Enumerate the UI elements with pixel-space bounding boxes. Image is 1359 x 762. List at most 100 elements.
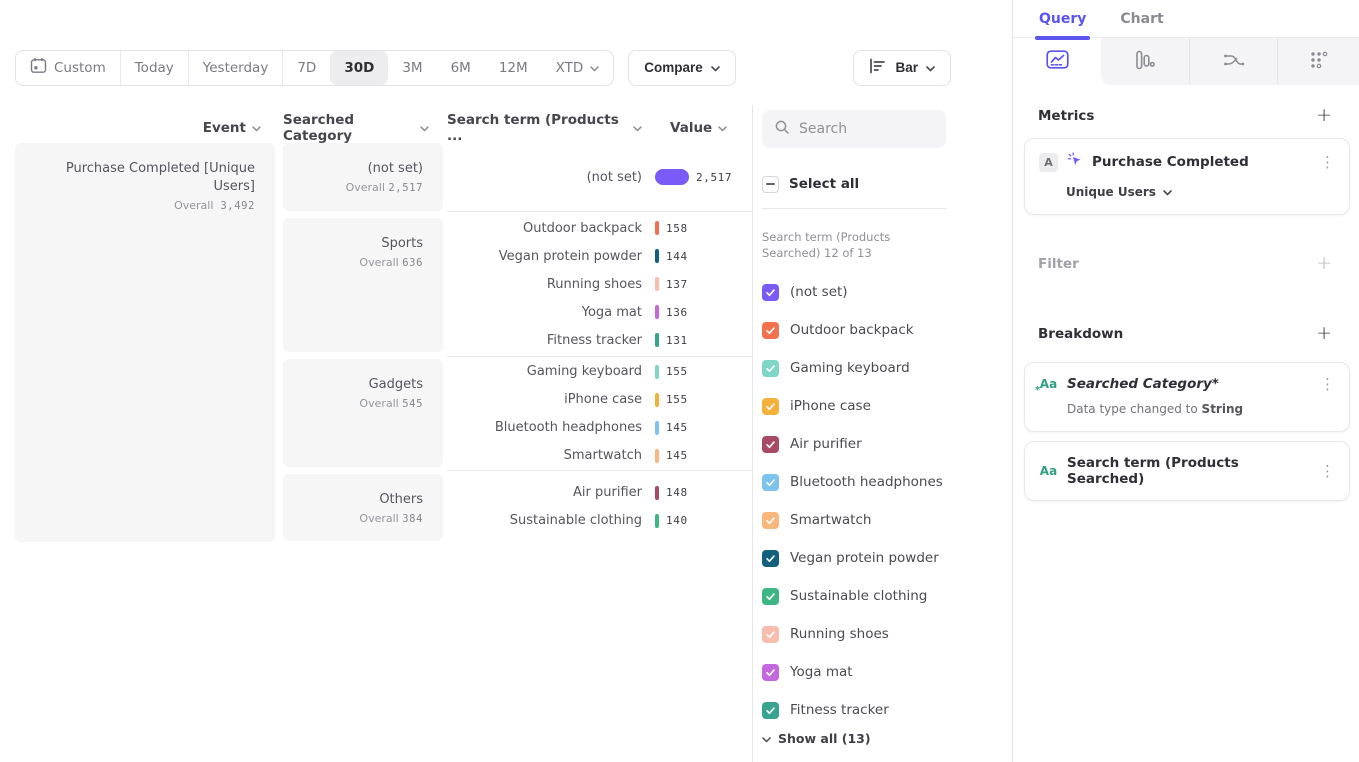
select-all-checkbox-indeterminate[interactable] <box>762 176 779 193</box>
date-range-today[interactable]: Today <box>121 51 189 85</box>
checkbox-checked[interactable] <box>762 436 779 453</box>
kebab-menu-icon[interactable]: ⋮ <box>1320 377 1335 392</box>
date-range-12m[interactable]: 12M <box>485 51 542 85</box>
checkbox-checked[interactable] <box>762 398 779 415</box>
column-header-value[interactable]: Value <box>670 120 727 136</box>
breakdown-card[interactable]: Aa Search term (Products Searched) ⋮ <box>1024 441 1350 501</box>
breakdown-property-name: Searched Category* <box>1067 376 1311 392</box>
date-range-label: Custom <box>54 60 106 76</box>
tab-flows[interactable] <box>1189 38 1277 85</box>
tab-query[interactable]: Query <box>1039 0 1086 38</box>
sidebar-content: Metrics + A <box>1013 85 1359 501</box>
table-row[interactable]: Running shoes 137 <box>447 270 752 298</box>
category-cell[interactable]: Others Overall 384 <box>283 474 443 541</box>
checkbox-checked[interactable] <box>762 284 779 301</box>
tab-funnels[interactable] <box>1101 38 1189 85</box>
segment-filter-panel: Select all Search term (Products Searche… <box>753 105 1012 762</box>
checkbox-checked[interactable] <box>762 664 779 681</box>
chevron-down-icon <box>711 60 720 75</box>
query-sidebar: Query Chart <box>1013 0 1359 762</box>
list-item[interactable]: Smartwatch <box>762 501 1012 539</box>
list-item[interactable]: Vegan protein powder <box>762 539 1012 577</box>
list-item[interactable]: Gaming keyboard <box>762 349 1012 387</box>
table-row[interactable]: Yoga mat 136 <box>447 298 752 326</box>
table-row[interactable]: Air purifier 148 <box>447 479 752 507</box>
table-row[interactable]: Vegan protein powder 144 <box>447 242 752 270</box>
column-header-search-term[interactable]: Search term (Products ... <box>447 112 646 144</box>
checkbox-checked[interactable] <box>762 360 779 377</box>
list-item[interactable]: Bluetooth headphones <box>762 463 1012 501</box>
table-row[interactable]: Sustainable clothing 140 <box>447 507 752 535</box>
metric-card[interactable]: A Purchase Completed ⋮ <box>1024 138 1350 215</box>
date-range-30d-selected[interactable]: 30D <box>330 51 388 85</box>
measure-selector[interactable]: Unique Users <box>1066 185 1335 199</box>
category-cell[interactable]: (not set) Overall 2,517 <box>283 143 443 211</box>
search-box[interactable] <box>762 110 946 148</box>
checkbox-checked[interactable] <box>762 322 779 339</box>
date-range-xtd[interactable]: XTD <box>542 51 614 85</box>
flows-icon <box>1223 51 1245 73</box>
calendar-icon <box>30 57 47 78</box>
date-range-custom[interactable]: Custom <box>16 51 121 85</box>
value-rows-column: (not set) 2,517 Outdoor backpack 158 <box>447 143 752 542</box>
table-row[interactable]: (not set) 2,517 <box>447 163 752 191</box>
checkbox-checked[interactable] <box>762 626 779 643</box>
list-item[interactable]: Outdoor backpack <box>762 311 1012 349</box>
table-row[interactable]: Fitness tracker 131 <box>447 326 752 354</box>
breakdown-card[interactable]: Aa* Searched Category* ⋮ Data type chang… <box>1024 362 1350 432</box>
row-group: Gaming keyboard 155 iPhone case 155 Blue… <box>447 357 752 471</box>
tab-insights-active[interactable] <box>1013 38 1101 85</box>
chevron-down-icon <box>252 120 261 136</box>
event-column: Purchase Completed [Unique Users] Overal… <box>15 143 275 542</box>
value-bar <box>655 393 659 407</box>
tab-retention[interactable] <box>1277 38 1359 85</box>
chart-type-button[interactable]: Bar <box>853 50 951 86</box>
compare-button[interactable]: Compare <box>628 50 736 86</box>
checkbox-checked[interactable] <box>762 550 779 567</box>
row-group: Air purifier 148 Sustainable clothing 14… <box>447 471 752 542</box>
date-range-3m[interactable]: 3M <box>388 51 436 85</box>
table-row[interactable]: Bluetooth headphones 145 <box>447 414 752 442</box>
search-input[interactable] <box>799 121 929 137</box>
list-item[interactable]: (not set) <box>762 273 1012 311</box>
date-range-6m[interactable]: 6M <box>437 51 485 85</box>
list-item[interactable]: Running shoes <box>762 615 1012 653</box>
list-item[interactable]: Sustainable clothing <box>762 577 1012 615</box>
checkbox-checked[interactable] <box>762 702 779 719</box>
breakdown-property-name: Search term (Products Searched) <box>1067 455 1311 487</box>
kebab-menu-icon[interactable]: ⋮ <box>1320 155 1335 170</box>
kebab-menu-icon[interactable]: ⋮ <box>1320 464 1335 479</box>
column-header-event[interactable]: Event <box>15 120 275 136</box>
category-cell[interactable]: Gadgets Overall 545 <box>283 359 443 467</box>
checkbox-checked[interactable] <box>762 474 779 491</box>
breakdown-section-header: Breakdown + <box>1038 324 1332 343</box>
table-row[interactable]: Smartwatch 145 <box>447 442 752 470</box>
event-cell[interactable]: Purchase Completed [Unique Users] Overal… <box>15 143 275 542</box>
list-item[interactable]: Yoga mat <box>762 653 1012 691</box>
select-all-row[interactable]: Select all <box>762 173 1012 195</box>
table-body: Purchase Completed [Unique Users] Overal… <box>0 143 752 542</box>
date-range-7d[interactable]: 7D <box>283 51 330 85</box>
search-icon <box>774 119 790 139</box>
table-row[interactable]: Gaming keyboard 155 <box>447 358 752 386</box>
show-all-link[interactable]: Show all (13) <box>762 731 1012 746</box>
column-header-searched-category[interactable]: Searched Category <box>283 112 443 144</box>
app-root: Custom Today Yesterday 7D 30D 3M 6M 12M … <box>0 0 1359 762</box>
breakdown-table: Event Searched Category Search term (Pro… <box>0 105 753 762</box>
category-cell[interactable]: Sports Overall 636 <box>283 218 443 352</box>
list-item[interactable]: Air purifier <box>762 425 1012 463</box>
tab-chart[interactable]: Chart <box>1120 0 1163 38</box>
add-breakdown-button[interactable]: + <box>1316 324 1332 343</box>
add-filter-button[interactable]: + <box>1316 254 1332 273</box>
value-bar <box>655 277 659 291</box>
report-pane: Custom Today Yesterday 7D 30D 3M 6M 12M … <box>0 0 1013 762</box>
list-item[interactable]: iPhone case <box>762 387 1012 425</box>
date-range-yesterday[interactable]: Yesterday <box>189 51 284 85</box>
checkbox-checked[interactable] <box>762 588 779 605</box>
table-row[interactable]: iPhone case 155 <box>447 386 752 414</box>
add-metric-button[interactable]: + <box>1316 106 1332 125</box>
filter-list-label: Search term (Products Searched) 12 of 13 <box>762 229 934 261</box>
checkbox-checked[interactable] <box>762 512 779 529</box>
table-row[interactable]: Outdoor backpack 158 <box>447 214 752 242</box>
list-item[interactable]: Fitness tracker <box>762 691 1012 729</box>
